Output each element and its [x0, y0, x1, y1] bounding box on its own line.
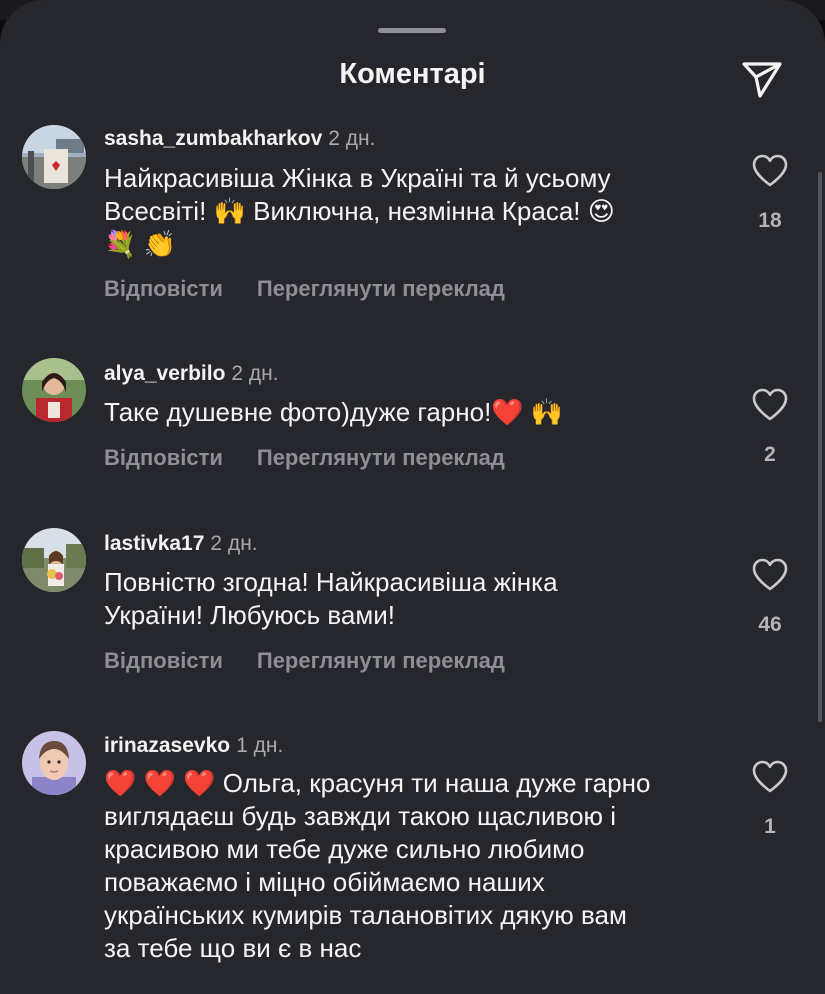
reply-button[interactable]: Відповісти: [104, 276, 223, 301]
comments-sheet: Коментарі sasha_zumbakharkov 2 дн. Найкра…: [0, 0, 825, 994]
comment-time: 1 дн.: [236, 734, 284, 757]
comment-time: 2 дн.: [328, 127, 376, 150]
heart-icon[interactable]: [752, 558, 788, 592]
comment-actions: Відповісти Переглянути переклад: [104, 276, 505, 302]
scrollbar[interactable]: [818, 172, 822, 722]
see-translation-button[interactable]: Переглянути переклад: [257, 445, 505, 470]
comment-username[interactable]: lastivka17 2 дн.: [104, 532, 258, 556]
comment-text: Найкрасивіша Жінка в Україні та й усьому…: [104, 163, 615, 259]
like-count: 46: [758, 613, 782, 636]
sheet-title: Коментарі: [339, 58, 486, 90]
avatar[interactable]: [22, 358, 86, 422]
comment-time: 2 дн.: [231, 362, 279, 385]
comment-text: Таке душевне фото)дуже гарно!❤️ 🙌: [104, 397, 564, 427]
heart-icon[interactable]: [752, 760, 788, 794]
like-count: 18: [758, 209, 782, 232]
heart-icon[interactable]: [752, 388, 788, 422]
avatar[interactable]: [22, 528, 86, 592]
like-count: 1: [764, 815, 776, 838]
comment-text: ❤️ ❤️ ❤️ Ольга, красуня ти наша дуже гар…: [104, 768, 651, 963]
see-translation-button[interactable]: Переглянути переклад: [257, 648, 505, 673]
like-count: 2: [764, 443, 776, 466]
send-icon[interactable]: [738, 54, 786, 102]
comment-username[interactable]: irinazasevko 1 дн.: [104, 734, 283, 758]
avatar[interactable]: [22, 125, 86, 189]
avatar[interactable]: [22, 731, 86, 795]
see-translation-button[interactable]: Переглянути переклад: [257, 276, 505, 301]
comment-username[interactable]: alya_verbilo 2 дн.: [104, 362, 279, 386]
comment-actions: Відповісти Переглянути переклад: [104, 445, 505, 471]
reply-button[interactable]: Відповісти: [104, 648, 223, 673]
drag-handle[interactable]: [378, 28, 446, 33]
comment-time: 2 дн.: [210, 532, 258, 555]
heart-icon[interactable]: [752, 154, 788, 188]
reply-button[interactable]: Відповісти: [104, 445, 223, 470]
comment-actions: Відповісти Переглянути переклад: [104, 648, 505, 674]
comment-username[interactable]: sasha_zumbakharkov 2 дн.: [104, 127, 375, 151]
comment-text: Повністю згодна! Найкрасивіша жінка Укра…: [104, 567, 558, 630]
